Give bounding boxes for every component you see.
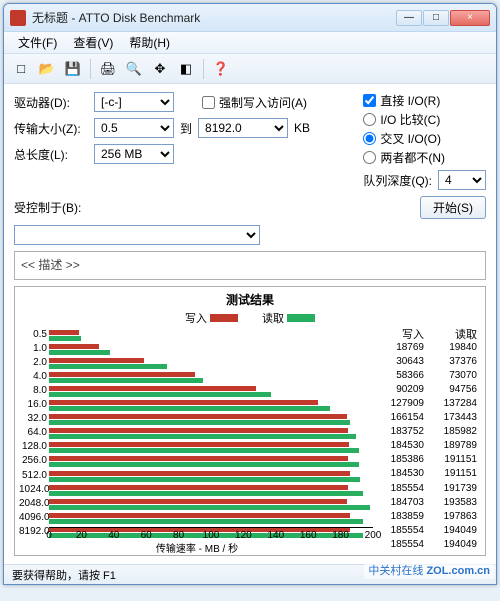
window-title: 无标题 - ATTO Disk Benchmark (32, 9, 396, 26)
description-box[interactable]: << 描述 >> (14, 251, 486, 280)
bar-row: 4.0 (49, 370, 373, 384)
toolbar-divider (90, 59, 91, 79)
x-axis-label: 传输速率 - MB / 秒 (17, 540, 377, 555)
titlebar[interactable]: 无标题 - ATTO Disk Benchmark — □ × (4, 4, 496, 32)
menubar: 文件(F) 查看(V) 帮助(H) (4, 32, 496, 54)
bar-row: 64.0 (49, 426, 373, 440)
preview-icon[interactable]: 🔍 (123, 58, 145, 80)
chart-legend: 写入 读取 (17, 310, 483, 326)
bar-row: 0.5 (49, 328, 373, 342)
neither-radio[interactable]: 两者都不(N) (363, 149, 486, 166)
transfer-size-label: 传输大小(Z): (14, 120, 88, 137)
to-label: 到 (180, 120, 192, 137)
queue-depth-select[interactable]: 4 (438, 170, 486, 190)
bar-row: 4096.0 (49, 511, 373, 525)
bar-row: 1.0 (49, 342, 373, 356)
overlapped-radio[interactable]: 交叉 I/O(O) (363, 130, 486, 147)
force-write-checkbox[interactable]: 强制写入访问(A) (202, 94, 307, 111)
menu-file[interactable]: 文件(F) (10, 32, 65, 53)
bar-row: 256.0 (49, 454, 373, 468)
col-write-header: 写入 (377, 326, 424, 342)
toolbar: □ 📂 💾 🖨 🔍 ✥ ◧ ❓ (4, 54, 496, 84)
close-button[interactable]: × (450, 10, 490, 26)
minimize-button[interactable]: — (396, 10, 422, 26)
toolbar-divider (203, 59, 204, 79)
bar-row: 32.0 (49, 412, 373, 426)
menu-view[interactable]: 查看(V) (65, 32, 121, 53)
save-icon[interactable]: 💾 (62, 58, 84, 80)
direct-io-checkbox[interactable]: 直接 I/O(R) (363, 92, 486, 109)
bar-row: 8.0 (49, 384, 373, 398)
bar-row: 2.0 (49, 356, 373, 370)
print-icon[interactable]: 🖨 (97, 58, 119, 80)
watermark: 中关村在线 ZOL.com.cn (364, 561, 494, 579)
io-compare-radio[interactable]: I/O 比较(C) (363, 111, 486, 128)
controlled-by-label: 受控制于(B): (14, 199, 88, 216)
transfer-to-select[interactable]: 8192.0 (198, 118, 288, 138)
controlled-by-select[interactable] (14, 225, 260, 245)
app-icon (10, 10, 26, 26)
results-table: 写入18769306435836690209127909166154183752… (377, 326, 483, 553)
unit-label: KB (294, 121, 310, 135)
bar-row: 2048.0 (49, 497, 373, 511)
results-title: 测试结果 (17, 291, 483, 310)
start-button[interactable]: 开始(S) (420, 196, 486, 219)
total-length-label: 总长度(L): (14, 146, 88, 163)
results-panel: 测试结果 写入 读取 0.51.02.04.08.016.032.064.012… (14, 286, 486, 556)
col-read-header: 读取 (430, 326, 477, 342)
move-icon[interactable]: ✥ (149, 58, 171, 80)
transfer-from-select[interactable]: 0.5 (94, 118, 174, 138)
unknown-icon[interactable]: ◧ (175, 58, 197, 80)
maximize-button[interactable]: □ (423, 10, 449, 26)
bar-row: 16.0 (49, 398, 373, 412)
bar-row: 128.0 (49, 440, 373, 454)
bar-row: 512.0 (49, 469, 373, 483)
help-icon[interactable]: ❓ (210, 58, 232, 80)
queue-depth-label: 队列深度(Q): (363, 172, 432, 189)
drive-label: 驱动器(D): (14, 94, 88, 111)
bar-row: 1024.0 (49, 483, 373, 497)
open-icon[interactable]: 📂 (36, 58, 58, 80)
bar-chart: 0.51.02.04.08.016.032.064.0128.0256.0512… (17, 326, 377, 553)
length-select[interactable]: 256 MB (94, 144, 174, 164)
menu-help[interactable]: 帮助(H) (121, 32, 178, 53)
drive-select[interactable]: [-c-] (94, 92, 174, 112)
new-icon[interactable]: □ (10, 58, 32, 80)
